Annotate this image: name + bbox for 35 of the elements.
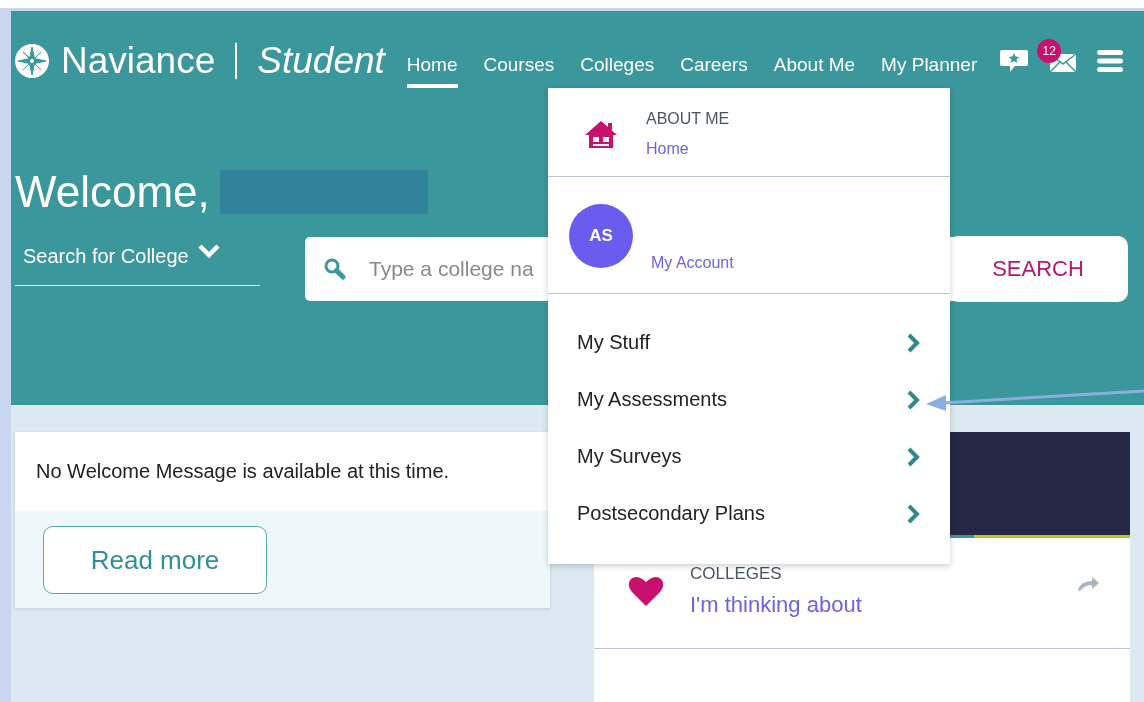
house-icon xyxy=(584,119,618,149)
menu-item[interactable]: My Surveys xyxy=(548,428,950,485)
curved-arrow-icon[interactable] xyxy=(1076,576,1100,592)
home-link[interactable]: Home xyxy=(646,140,730,158)
search-scope-dropdown[interactable]: Search for College xyxy=(15,237,260,286)
menu-item[interactable]: Postsecondary Plans xyxy=(548,485,950,542)
welcome-heading: Welcome, xyxy=(15,167,210,217)
product-name[interactable]: Student xyxy=(257,40,385,82)
compass-icon xyxy=(15,44,49,78)
thinking-about-link[interactable]: I'm thinking about xyxy=(690,592,1076,618)
heart-icon xyxy=(628,575,664,607)
nav-tab[interactable]: Home xyxy=(406,46,458,88)
chevron-right-icon xyxy=(906,445,920,468)
chevron-right-icon xyxy=(906,388,920,411)
nav-tab[interactable]: Careers xyxy=(680,46,748,88)
category-label: COLLEGES xyxy=(690,564,783,584)
nav-tab[interactable]: About Me xyxy=(773,46,856,88)
chevron-right-icon xyxy=(906,502,920,525)
avatar[interactable]: AS xyxy=(569,204,633,268)
brand-name[interactable]: Naviance xyxy=(61,40,216,82)
search-icon xyxy=(323,257,347,281)
menu-item[interactable]: My Assessments xyxy=(548,371,950,428)
nav-tab[interactable]: My Planner xyxy=(881,46,978,88)
chevron-right-icon xyxy=(906,331,920,354)
menu-icon[interactable] xyxy=(1097,50,1124,72)
read-more-button[interactable]: Read more xyxy=(43,526,267,594)
chat-star-icon[interactable] xyxy=(999,48,1030,74)
nav-tab[interactable]: Colleges xyxy=(580,46,655,88)
nav-tab[interactable]: Courses xyxy=(483,46,555,88)
welcome-message: No Welcome Message is available at this time. xyxy=(36,460,450,483)
unread-count-badge: 12 xyxy=(1037,39,1062,63)
my-account-link[interactable]: My Account xyxy=(651,254,734,272)
section-label: ABOUT ME xyxy=(646,110,730,128)
chevron-down-icon xyxy=(196,243,221,259)
menu-item[interactable]: My Stuff xyxy=(548,314,950,371)
